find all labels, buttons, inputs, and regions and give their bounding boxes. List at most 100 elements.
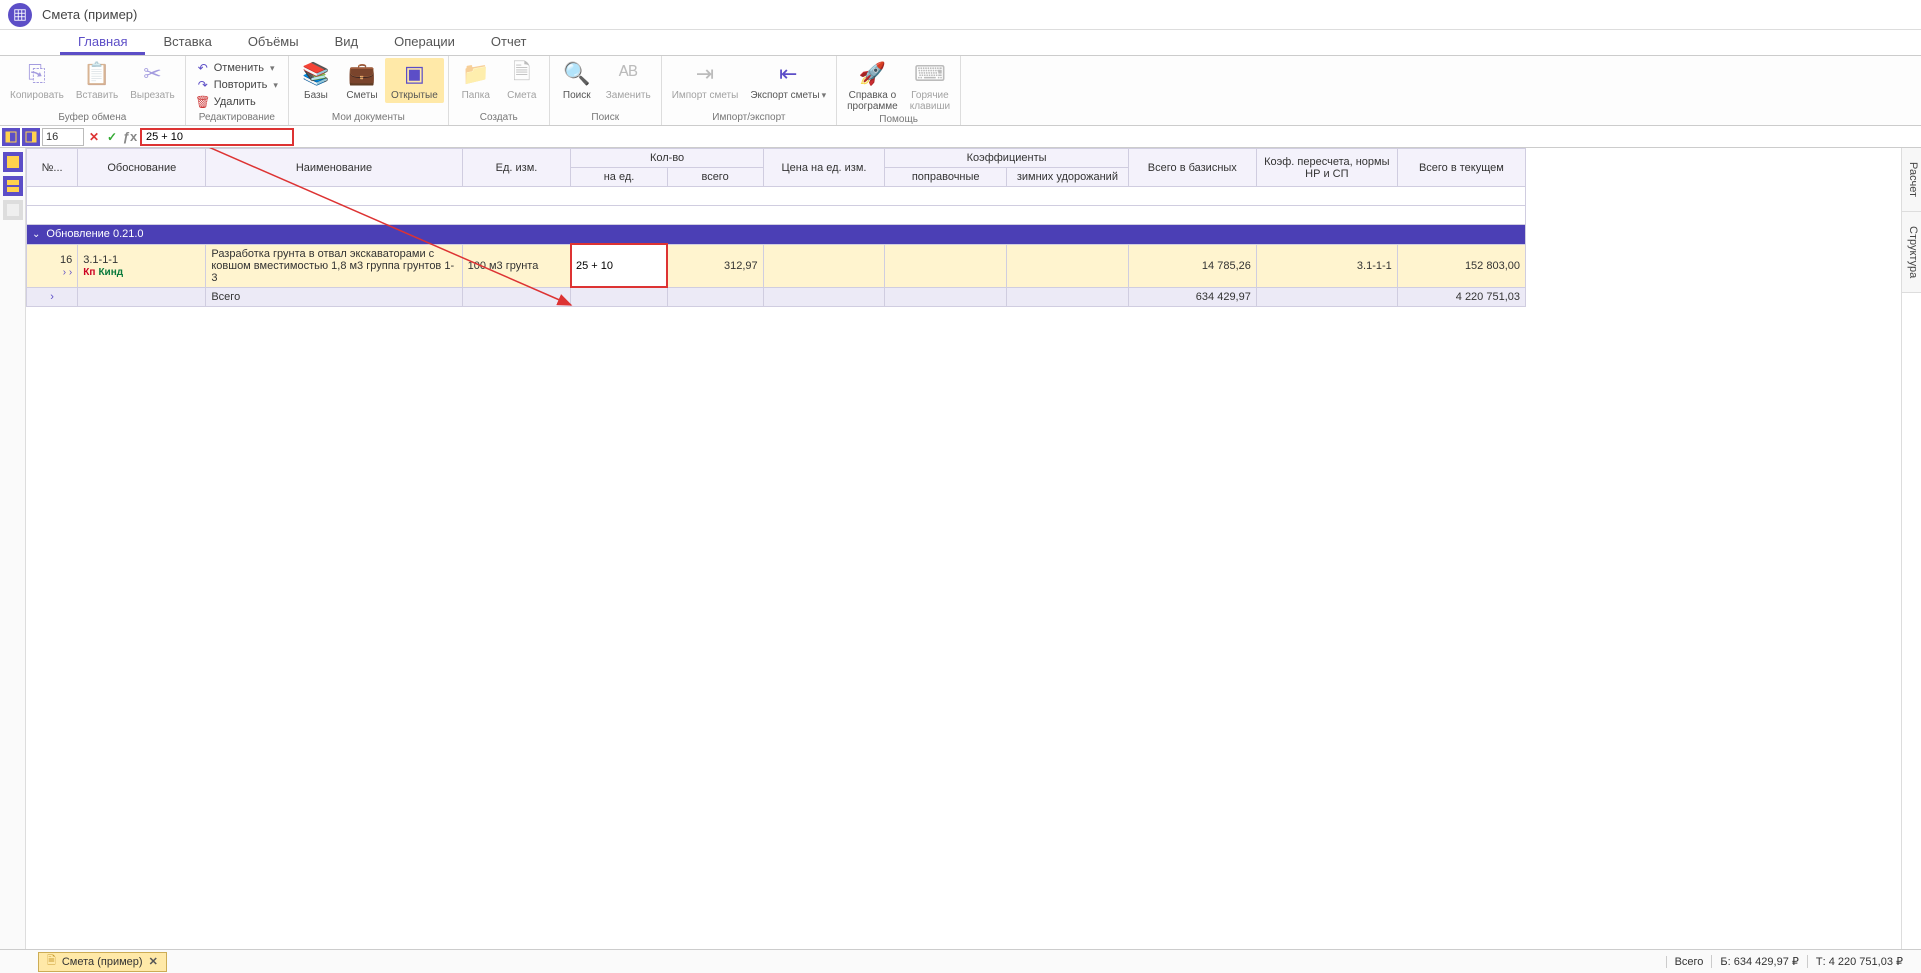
title-bar: Смета (пример) <box>0 0 1921 30</box>
cell-unit[interactable]: 100 м3 грунта <box>462 244 571 287</box>
cut-button[interactable]: ✂Вырезать <box>124 58 180 103</box>
close-tab-button[interactable]: ✕ <box>149 955 158 968</box>
chevron-right-icon: › <box>32 191 35 202</box>
keyboard-icon: ⌨ <box>916 60 944 88</box>
document-icon: 🗎 <box>47 952 56 971</box>
col-curr[interactable]: Всего в текущем <box>1397 149 1525 187</box>
help-button[interactable]: 🚀Справка о программе <box>841 58 904 114</box>
group-row[interactable]: ›Обновление 0.19.0 <box>27 187 1526 206</box>
document-icon: 🗎 <box>508 60 536 88</box>
cell-base[interactable]: 14 785,26 <box>1128 244 1256 287</box>
redo-button[interactable]: ↷Повторить▾ <box>194 77 280 93</box>
cut-icon: ✂ <box>138 60 166 88</box>
window-icon: ▣ <box>400 60 428 88</box>
cell-price[interactable] <box>763 244 885 287</box>
confirm-edit-button[interactable]: ✓ <box>104 129 120 145</box>
col-coef-group[interactable]: Коэффициенты <box>885 149 1128 168</box>
tab-operations[interactable]: Операции <box>376 30 473 55</box>
cell-coef-corr[interactable] <box>885 244 1007 287</box>
cell-coef-winter[interactable] <box>1007 244 1129 287</box>
hotkeys-button[interactable]: ⌨Горячие клавиши <box>904 58 956 114</box>
replace-button[interactable]: ᴬᴮЗаменить <box>600 58 657 103</box>
totals-row[interactable]: › Всего 634 429,97 4 220 751,03 <box>27 287 1526 306</box>
export-icon: ⇤ <box>774 60 802 88</box>
bases-button[interactable]: 📚Базы <box>293 58 339 103</box>
cell-name[interactable]: Разработка грунта в отвал экскаваторами … <box>206 244 462 287</box>
col-qty-per[interactable]: на ед. <box>571 168 667 187</box>
formula-input[interactable] <box>140 128 294 146</box>
chevron-down-icon: ▾ <box>270 63 275 74</box>
right-tab-struct[interactable]: Структура <box>1902 212 1921 293</box>
ribbon-group-clipboard: ⎘Копировать 📋Вставить ✂Вырезать Буфер об… <box>0 56 186 125</box>
tab-main[interactable]: Главная <box>60 30 145 55</box>
export-button[interactable]: ⇤Экспорт сметы▾ <box>744 58 832 103</box>
tab-report[interactable]: Отчет <box>473 30 545 55</box>
fx-button[interactable]: ƒx <box>122 129 138 145</box>
col-recalc[interactable]: Коэф. пересчета, нормы НР и СП <box>1256 149 1397 187</box>
col-base[interactable]: Всего в базисных <box>1128 149 1256 187</box>
col-price[interactable]: Цена на ед. изм. <box>763 149 885 187</box>
open-button[interactable]: ▣Открытые <box>385 58 444 103</box>
cell-expand[interactable]: › <box>27 287 78 306</box>
panel-toggle-2[interactable] <box>22 128 40 146</box>
ribbon-group-mydocs: 📚Базы 💼Сметы ▣Открытые Мои документы <box>289 56 449 125</box>
cell-edit-input[interactable] <box>572 252 666 280</box>
rail-view-3[interactable] <box>3 200 23 220</box>
window-title: Смета (пример) <box>42 7 137 22</box>
ribbon: ⎘Копировать 📋Вставить ✂Вырезать Буфер об… <box>0 56 1921 126</box>
ribbon-group-importexport: ⇥Импорт сметы ⇤Экспорт сметы▾ Импорт/экс… <box>662 56 837 125</box>
col-coef-winter[interactable]: зимних удорожаний <box>1007 168 1129 187</box>
delete-button[interactable]: 🗑Удалить <box>194 94 280 110</box>
tab-volumes[interactable]: Объёмы <box>230 30 317 55</box>
import-button[interactable]: ⇥Импорт сметы <box>666 58 745 103</box>
data-grid: №... Обоснование Наименование Ед. изм. К… <box>26 148 1526 307</box>
rail-view-1[interactable] <box>3 152 23 172</box>
cell-just[interactable]: 3.1-1-1Кп Кинд <box>78 244 206 287</box>
col-num[interactable]: №... <box>27 149 78 187</box>
cell-recalc[interactable]: 3.1-1-1 <box>1256 244 1397 287</box>
cancel-edit-button[interactable]: ✕ <box>86 129 102 145</box>
app-icon <box>8 3 32 27</box>
rail-view-2[interactable] <box>3 176 23 196</box>
status-total-label: Всего <box>1666 956 1712 968</box>
search-button[interactable]: 🔍Поиск <box>554 58 600 103</box>
right-tab-calc[interactable]: Расчет <box>1902 148 1921 212</box>
col-coef-corr[interactable]: поправочные <box>885 168 1007 187</box>
cell-qty-total[interactable]: 312,97 <box>667 244 763 287</box>
tab-insert[interactable]: Вставка <box>145 30 229 55</box>
paste-icon: 📋 <box>83 60 111 88</box>
table-row[interactable]: 16› › 3.1-1-1Кп Кинд Разработка грунта в… <box>27 244 1526 287</box>
new-estimate-button[interactable]: 🗎Смета <box>499 58 545 103</box>
cell-reference[interactable]: 16 <box>42 128 84 146</box>
status-base: Б: 634 429,97 ₽ <box>1711 955 1806 968</box>
ribbon-group-help: 🚀Справка о программе ⌨Горячие клавиши По… <box>837 56 961 125</box>
new-folder-button[interactable]: 📁Папка <box>453 58 499 103</box>
formula-bar: 16 ✕ ✓ ƒx <box>0 126 1921 148</box>
tab-view[interactable]: Вид <box>317 30 377 55</box>
grid-area: №... Обоснование Наименование Ед. изм. К… <box>26 148 1901 949</box>
estimates-button[interactable]: 💼Сметы <box>339 58 385 103</box>
ribbon-group-editing: ↶Отменить▾ ↷Повторить▾ 🗑Удалить Редактир… <box>186 56 289 125</box>
col-name[interactable]: Наименование <box>206 149 462 187</box>
cell-num[interactable]: 16› › <box>27 244 78 287</box>
redo-icon: ↷ <box>196 78 210 92</box>
cell-qty-per-editing[interactable] <box>571 244 667 287</box>
group-row[interactable]: ⌄Обновление 0.21.0 <box>27 225 1526 245</box>
paste-button[interactable]: 📋Вставить <box>70 58 124 103</box>
replace-icon: ᴬᴮ <box>614 60 642 88</box>
group-row[interactable]: ›Обновление 0.20.0 <box>27 206 1526 225</box>
chevron-down-icon: ▾ <box>273 80 278 91</box>
chevron-down-icon: ⌄ <box>32 229 40 240</box>
ribbon-group-create: 📁Папка 🗎Смета Создать <box>449 56 550 125</box>
document-tab[interactable]: 🗎 Смета (пример) ✕ <box>38 952 167 972</box>
undo-button[interactable]: ↶Отменить▾ <box>194 60 280 76</box>
ribbon-group-search: 🔍Поиск ᴬᴮЗаменить Поиск <box>550 56 662 125</box>
col-qty-total[interactable]: всего <box>667 168 763 187</box>
col-qty-group[interactable]: Кол-во <box>571 149 763 168</box>
col-unit[interactable]: Ед. изм. <box>462 149 571 187</box>
chevron-down-icon: ▾ <box>822 90 827 100</box>
cell-curr[interactable]: 152 803,00 <box>1397 244 1525 287</box>
panel-toggle-1[interactable] <box>2 128 20 146</box>
copy-button[interactable]: ⎘Копировать <box>4 58 70 103</box>
col-just[interactable]: Обоснование <box>78 149 206 187</box>
